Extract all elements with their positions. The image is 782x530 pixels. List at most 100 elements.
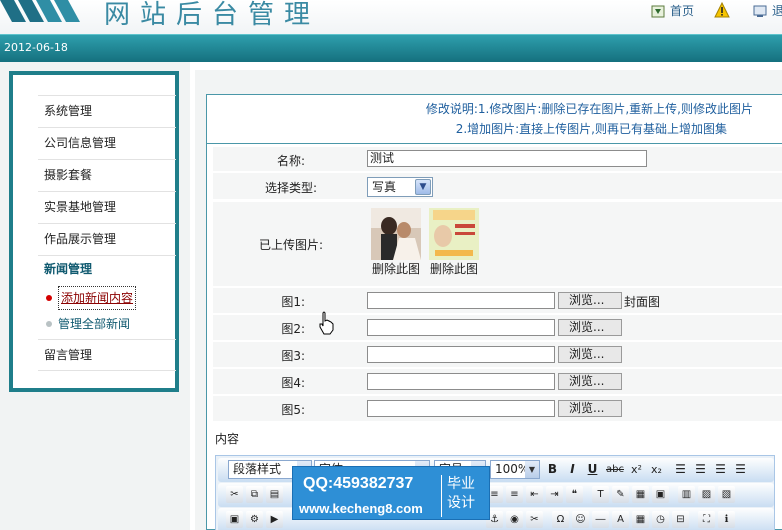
bold-button[interactable]: B bbox=[544, 461, 561, 478]
italic-button[interactable]: I bbox=[564, 461, 581, 478]
delete-image-2-link[interactable]: 删除此图 bbox=[430, 260, 478, 277]
underline-button[interactable]: U bbox=[584, 461, 601, 478]
zoom-select[interactable]: 100% ▼ bbox=[490, 460, 540, 479]
image-icon[interactable]: ▣ bbox=[226, 511, 243, 528]
home-link[interactable]: 首页 bbox=[650, 2, 694, 19]
site-logo bbox=[0, 0, 80, 22]
sidebar-menu: 系统管理 公司信息管理 摄影套餐 实景基地管理 作品展示管理 新闻管理 添加新闻… bbox=[38, 95, 176, 371]
sidebar-item-messages[interactable]: 留言管理 bbox=[38, 339, 176, 371]
watermark-tag-line-2: 设计 bbox=[447, 495, 475, 511]
cover-image-note: 封面图 bbox=[624, 295, 661, 309]
type-cell: 写真 ▼ bbox=[367, 173, 782, 199]
superscript-button[interactable]: x² bbox=[628, 461, 645, 478]
name-input[interactable]: 测试 bbox=[367, 150, 647, 167]
sidebar-item-company[interactable]: 公司信息管理 bbox=[38, 127, 176, 159]
date-icon[interactable]: ▦ bbox=[632, 511, 649, 528]
paragraph-style-value: 段落样式 bbox=[233, 462, 282, 476]
link-icon[interactable]: ◉ bbox=[506, 511, 523, 528]
text-color-icon[interactable]: T bbox=[592, 486, 609, 503]
image-4-cell: 浏览... bbox=[367, 369, 782, 394]
align-center-icon[interactable]: ☰ bbox=[692, 461, 709, 478]
watermark-tag-line-1: 毕业 bbox=[447, 476, 475, 492]
align-left-icon[interactable]: ☰ bbox=[672, 461, 689, 478]
sidebar-item-system[interactable]: 系统管理 bbox=[38, 95, 176, 127]
background-color-icon[interactable]: ▦ bbox=[632, 486, 649, 503]
fullscreen-icon[interactable]: ⛶ bbox=[698, 511, 715, 528]
image-1-browse-button[interactable]: 浏览... bbox=[558, 292, 622, 309]
watermark-qq: QQ:459382737 bbox=[303, 475, 414, 492]
uploaded-images-label: 已上传图片: bbox=[258, 238, 323, 252]
sidebar-subitem-add-news[interactable]: 添加新闻内容 bbox=[38, 285, 176, 311]
cut-icon[interactable]: ✂ bbox=[226, 486, 243, 503]
sidebar-item-photo-packages[interactable]: 摄影套餐 bbox=[38, 159, 176, 191]
indent-icon[interactable]: ⇥ bbox=[546, 486, 563, 503]
image-5-file-input[interactable] bbox=[367, 400, 555, 417]
image-2-file-input[interactable] bbox=[367, 319, 555, 336]
about-icon[interactable]: ℹ bbox=[718, 511, 735, 528]
image-4-file-input[interactable] bbox=[367, 373, 555, 390]
highlight-icon[interactable]: ✎ bbox=[612, 486, 629, 503]
watermark-url: www.kecheng8.com bbox=[299, 501, 423, 516]
special-char-icon[interactable]: Ω bbox=[552, 511, 569, 528]
delete-image-1-link[interactable]: 删除此图 bbox=[372, 260, 420, 277]
image-3-browse-button[interactable]: 浏览... bbox=[558, 346, 622, 363]
sidebar-subitem-add-news-label[interactable]: 添加新闻内容 bbox=[58, 286, 137, 310]
time-icon[interactable]: ◷ bbox=[652, 511, 669, 528]
uploaded-thumbnail-2 bbox=[429, 208, 479, 260]
emoticon-icon[interactable]: ☺ bbox=[572, 511, 589, 528]
exit-link[interactable]: 退 bbox=[752, 2, 782, 19]
subscript-button[interactable]: x₂ bbox=[648, 461, 665, 478]
align-right-icon[interactable]: ☰ bbox=[712, 461, 729, 478]
page-break-icon[interactable]: ⊟ bbox=[672, 511, 689, 528]
image-2-label: 图2: bbox=[281, 322, 305, 336]
align-justify-icon[interactable]: ☰ bbox=[732, 461, 749, 478]
sidebar-subitem-manage-news-label[interactable]: 管理全部新闻 bbox=[58, 313, 130, 335]
warning-link[interactable] bbox=[714, 2, 730, 18]
layer-icon[interactable]: ▨ bbox=[698, 486, 715, 503]
type-select[interactable]: 写真 ▼ bbox=[367, 177, 433, 197]
image-4-label: 图4: bbox=[281, 376, 305, 390]
image-5-cell: 浏览... bbox=[367, 396, 782, 421]
header-bar: 网站后台管理 首页 退 bbox=[0, 0, 782, 34]
unlink-icon[interactable]: ✂ bbox=[526, 511, 543, 528]
warning-icon bbox=[714, 2, 730, 18]
media-icon[interactable]: ▶ bbox=[266, 511, 283, 528]
sidebar: 系统管理 公司信息管理 摄影套餐 实景基地管理 作品展示管理 新闻管理 添加新闻… bbox=[9, 71, 179, 392]
hand-cursor-icon bbox=[319, 311, 334, 335]
font-icon[interactable]: A bbox=[612, 511, 629, 528]
flash-icon[interactable]: ⚙ bbox=[246, 511, 263, 528]
image-1-row: 图1: 浏览... 封面图 bbox=[213, 288, 782, 313]
copy-icon[interactable]: ⧉ bbox=[246, 486, 263, 503]
blockquote-icon[interactable]: ❝ bbox=[566, 486, 583, 503]
current-date: 2012-06-18 bbox=[4, 41, 68, 54]
sidebar-item-news[interactable]: 新闻管理 bbox=[38, 255, 176, 281]
image-3-file-input[interactable] bbox=[367, 346, 555, 363]
type-select-value: 写真 bbox=[372, 180, 397, 194]
sidebar-item-portfolio[interactable]: 作品展示管理 bbox=[38, 223, 176, 255]
name-row: 名称: 测试 bbox=[213, 147, 782, 171]
sidebar-subitem-manage-news[interactable]: 管理全部新闻 bbox=[38, 311, 176, 337]
image-2-cell: 浏览... bbox=[367, 315, 782, 340]
image-1-file-input[interactable] bbox=[367, 292, 555, 309]
exit-link-label[interactable]: 退 bbox=[772, 2, 782, 19]
strikethrough-button[interactable]: abc bbox=[604, 461, 626, 478]
table-icon[interactable]: ▥ bbox=[678, 486, 695, 503]
home-icon bbox=[651, 5, 665, 17]
horizontal-rule-icon[interactable]: ― bbox=[592, 511, 609, 528]
paste-icon[interactable]: ▤ bbox=[266, 486, 283, 503]
unordered-list-icon[interactable]: ≡ bbox=[506, 486, 523, 503]
content-label: 内容 bbox=[215, 432, 240, 446]
format-painter-icon[interactable]: ▣ bbox=[652, 486, 669, 503]
template-icon[interactable]: ▧ bbox=[718, 486, 735, 503]
type-label: 选择类型: bbox=[264, 181, 317, 195]
uploaded-thumbnail-1 bbox=[371, 208, 421, 260]
news-submenu: 添加新闻内容 管理全部新闻 bbox=[38, 281, 176, 339]
outdent-icon[interactable]: ⇤ bbox=[526, 486, 543, 503]
image-1-cell: 浏览... 封面图 bbox=[367, 288, 782, 313]
image-4-browse-button[interactable]: 浏览... bbox=[558, 373, 622, 390]
watermark-tag: 毕业 设计 bbox=[441, 475, 481, 517]
image-5-browse-button[interactable]: 浏览... bbox=[558, 400, 622, 417]
sidebar-item-studio-base[interactable]: 实景基地管理 bbox=[38, 191, 176, 223]
image-2-browse-button[interactable]: 浏览... bbox=[558, 319, 622, 336]
home-link-label[interactable]: 首页 bbox=[670, 2, 694, 19]
